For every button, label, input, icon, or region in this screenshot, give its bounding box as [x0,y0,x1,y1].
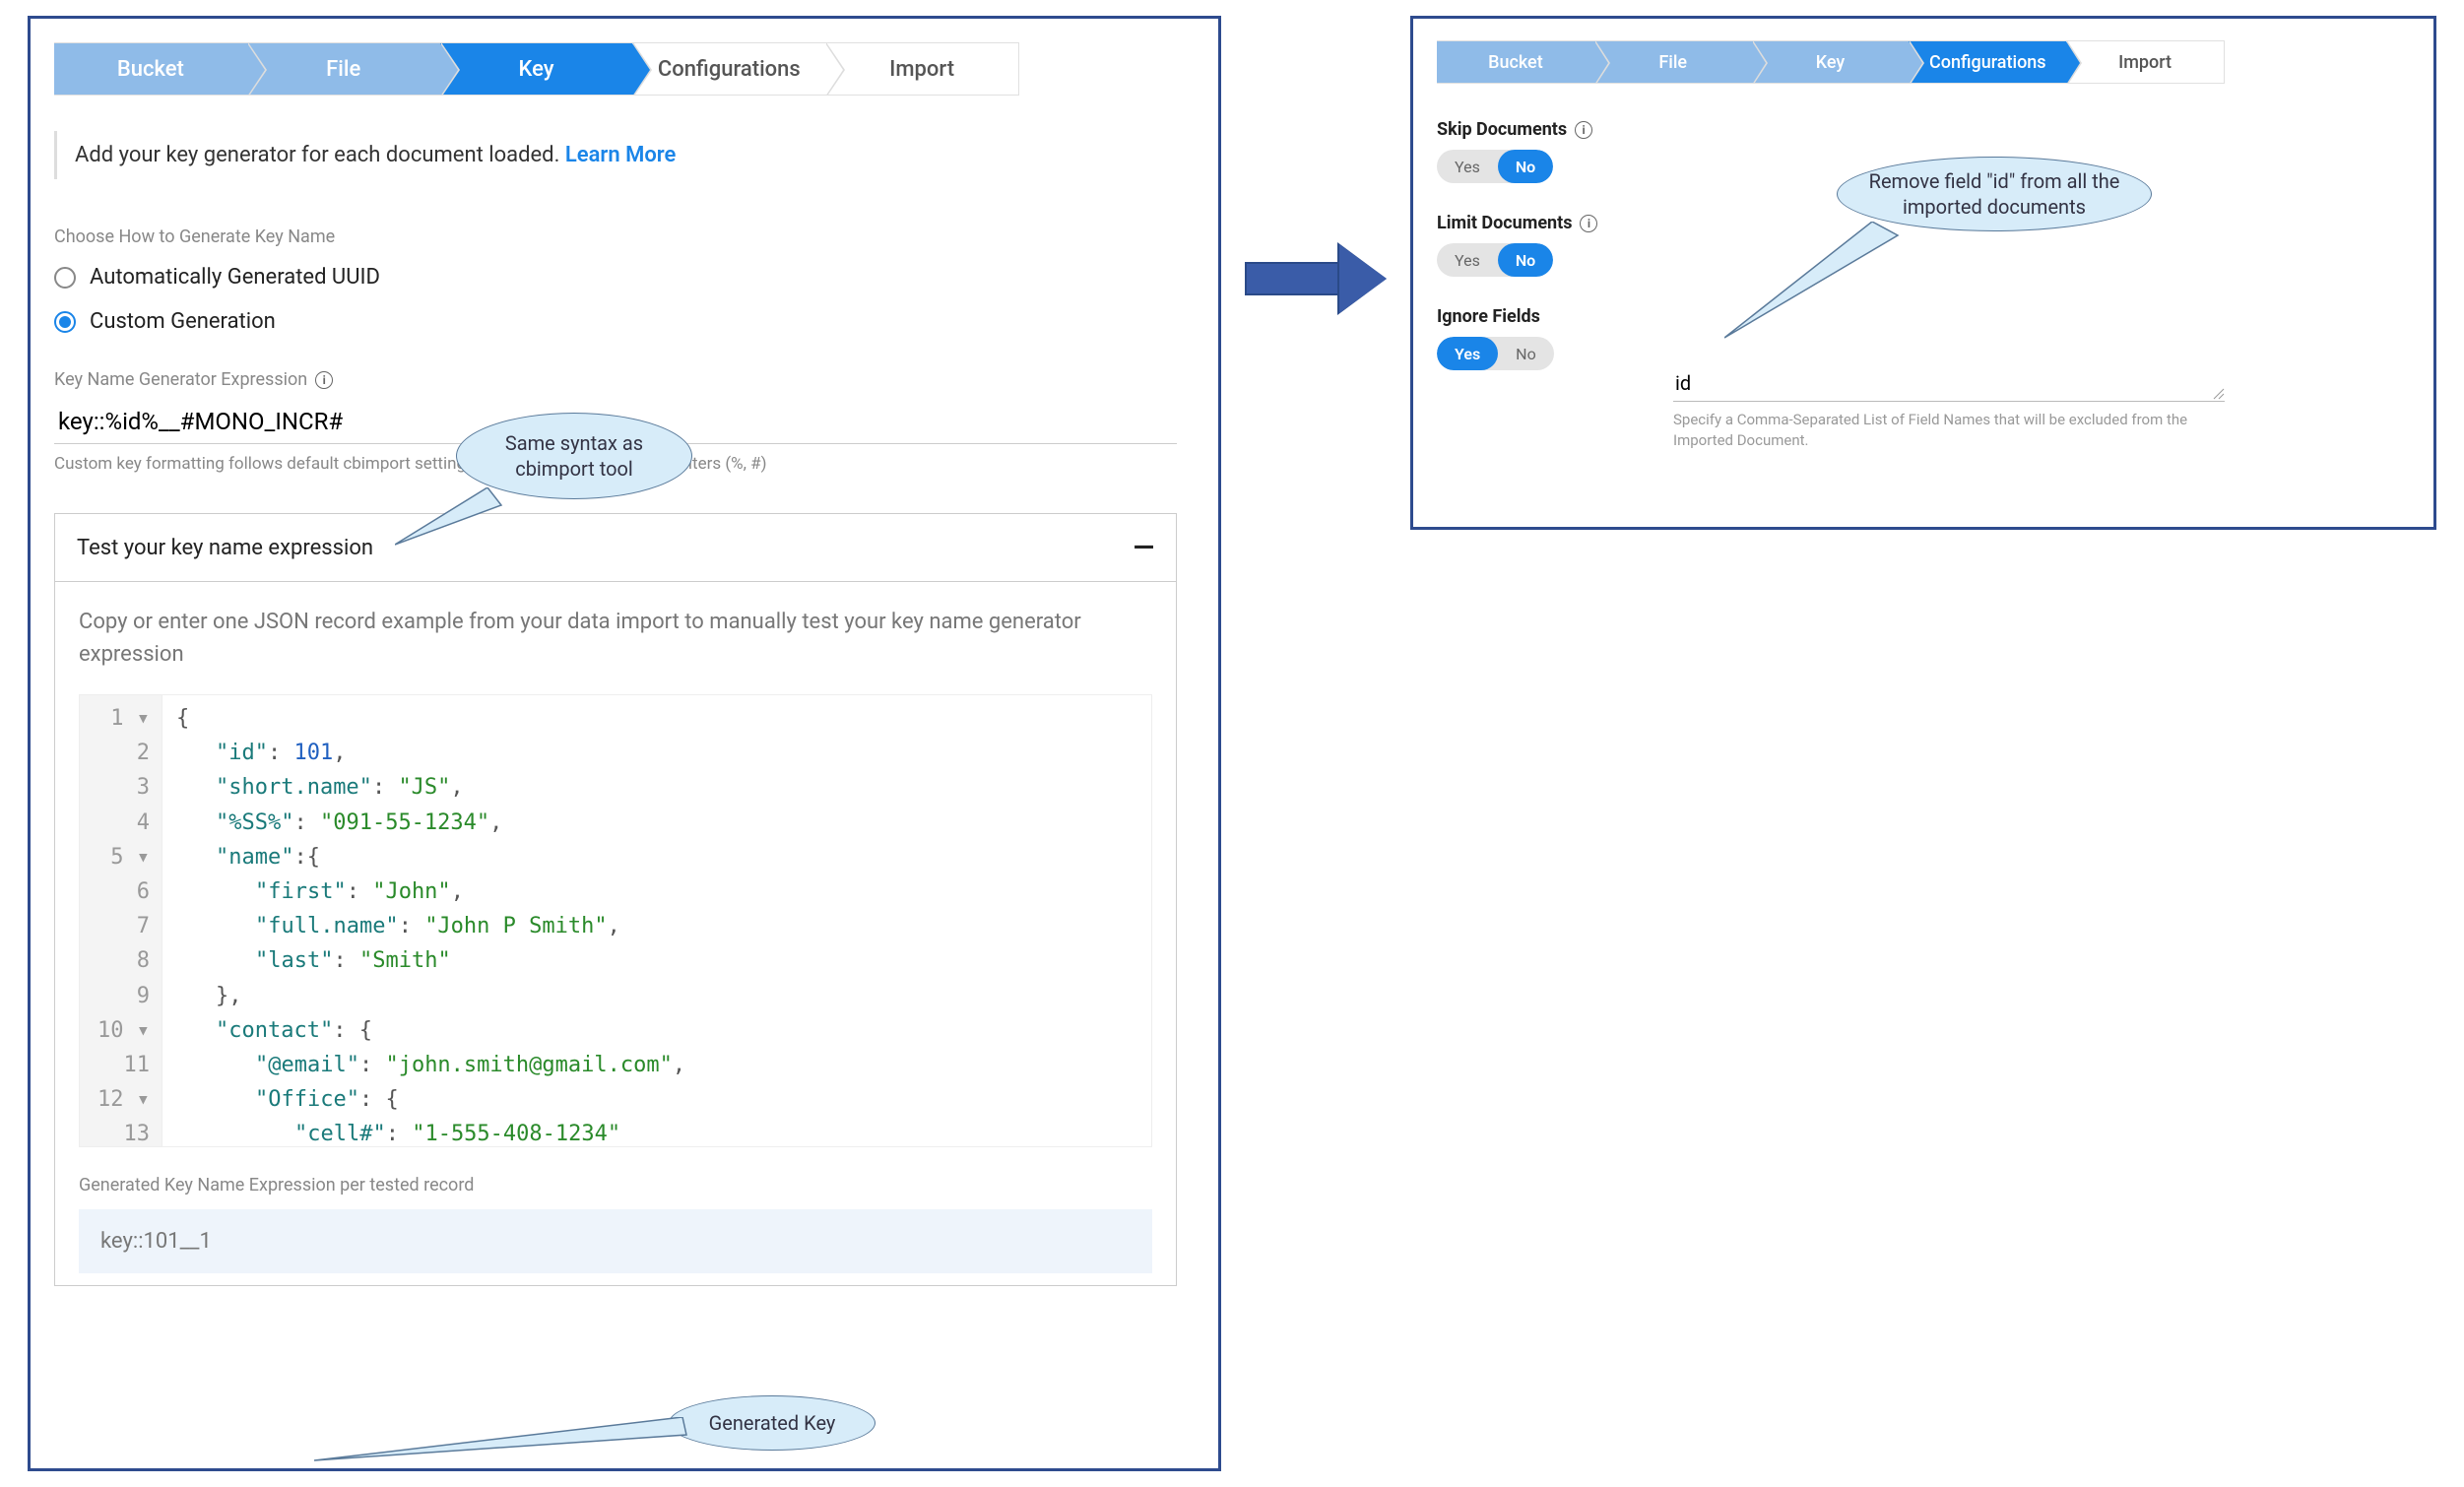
step-label: File [1658,52,1687,73]
radio-label: Custom Generation [90,309,276,334]
info-icon[interactable]: i [1580,215,1597,232]
arrow-icon [1245,244,1393,313]
radio-label: Automatically Generated UUID [90,265,380,290]
wizard-steps-right: Bucket File Key Configurations Import [1437,40,2225,84]
toggle-no[interactable]: No [1498,337,1554,370]
editor-gutter: 1 ▾ 2 3 4 5 ▾ 6 7 8 9 10 ▾ 11 12 ▾ 13 [80,695,162,1146]
step-configurations[interactable]: Configurations [632,43,825,95]
step-label: Configurations [658,57,801,82]
toggle-yes[interactable]: Yes [1437,243,1498,277]
callout-syntax: Same syntax as cbimport tool [456,413,692,499]
radio-icon-selected [54,311,76,333]
step-key[interactable]: Key [440,43,633,95]
test-expression-header[interactable]: Test your key name expression — [55,514,1176,582]
resize-grip-icon[interactable] [2211,386,2225,400]
json-editor[interactable]: 1 ▾ 2 3 4 5 ▾ 6 7 8 9 10 ▾ 11 12 ▾ 13 {"… [79,694,1152,1147]
ignore-fields-input[interactable] [1673,365,2225,402]
step-configurations[interactable]: Configurations [1909,41,2066,83]
configurations-step-panel: Bucket File Key Configurations Import Sk… [1410,16,2436,530]
callout-remove-field: Remove field "id" from all the imported … [1837,157,2152,231]
generated-key-value: key::101__1 [79,1209,1152,1273]
option-label: Skip Documents [1437,119,1567,140]
radio-custom-generation[interactable]: Custom Generation [54,309,1195,334]
intro-text-content: Add your key generator for each document… [75,143,559,167]
test-description: Copy or enter one JSON record example fr… [79,606,1152,671]
wizard-steps-left: Bucket File Key Configurations Import [54,42,1019,96]
generated-key-label: Generated Key Name Expression per tested… [79,1175,1152,1196]
step-label: Key [518,57,553,82]
option-label: Limit Documents [1437,213,1572,233]
callout-text: Same syntax as cbimport tool [473,430,676,482]
toggle-no[interactable]: No [1498,150,1553,183]
step-label: Key [1816,52,1846,73]
step-import[interactable]: Import [825,43,1018,95]
key-step-panel: Bucket File Key Configurations Import Ad… [28,16,1221,1471]
toggle-yes[interactable]: Yes [1437,337,1498,370]
info-icon[interactable]: i [315,371,333,389]
step-label: File [326,57,360,82]
callout-tail-icon [314,1417,688,1466]
skip-documents-toggle[interactable]: Yes No [1437,150,1553,183]
step-key[interactable]: Key [1752,41,1910,83]
limit-documents-option: Limit Documents i Yes No [1437,213,1644,277]
callout-text: Generated Key [709,1410,836,1436]
intro-text: Add your key generator for each document… [54,131,1195,179]
step-label: Bucket [117,57,184,82]
callout-text: Remove field "id" from all the imported … [1853,168,2135,220]
collapse-icon[interactable]: — [1134,534,1154,561]
ignore-fields-option: Ignore Fields Yes No [1437,306,1644,370]
test-header-title: Test your key name expression [77,536,373,560]
info-icon[interactable]: i [1575,121,1592,139]
radio-icon [54,267,76,289]
option-label: Ignore Fields [1437,306,1540,327]
test-expression-panel: Test your key name expression — Copy or … [54,513,1177,1286]
skip-documents-option: Skip Documents i Yes No [1437,119,1644,183]
step-label: Import [2118,52,2172,73]
choose-key-label: Choose How to Generate Key Name [54,226,1195,247]
editor-content[interactable]: {"id": 101,"short.name": "JS","%SS%": "0… [162,695,699,1146]
step-file[interactable]: File [1594,41,1752,83]
step-label: Import [889,57,954,82]
step-label: Configurations [1929,52,2046,73]
expression-label: Key Name Generator Expression i [54,369,1195,390]
step-label: Bucket [1488,52,1543,73]
callout-generated-key: Generated Key [669,1395,875,1451]
step-bucket[interactable]: Bucket [54,43,247,95]
step-bucket[interactable]: Bucket [1437,41,1594,83]
step-import[interactable]: Import [2066,41,2224,83]
learn-more-link[interactable]: Learn More [565,143,676,167]
step-file[interactable]: File [247,43,440,95]
expression-label-text: Key Name Generator Expression [54,369,307,390]
toggle-no[interactable]: No [1498,243,1553,277]
limit-documents-toggle[interactable]: Yes No [1437,243,1553,277]
ignore-fields-toggle[interactable]: Yes No [1437,337,1554,370]
radio-uuid[interactable]: Automatically Generated UUID [54,265,1195,290]
toggle-yes[interactable]: Yes [1437,150,1498,183]
ignore-fields-hint: Specify a Comma-Separated List of Field … [1673,410,2225,451]
